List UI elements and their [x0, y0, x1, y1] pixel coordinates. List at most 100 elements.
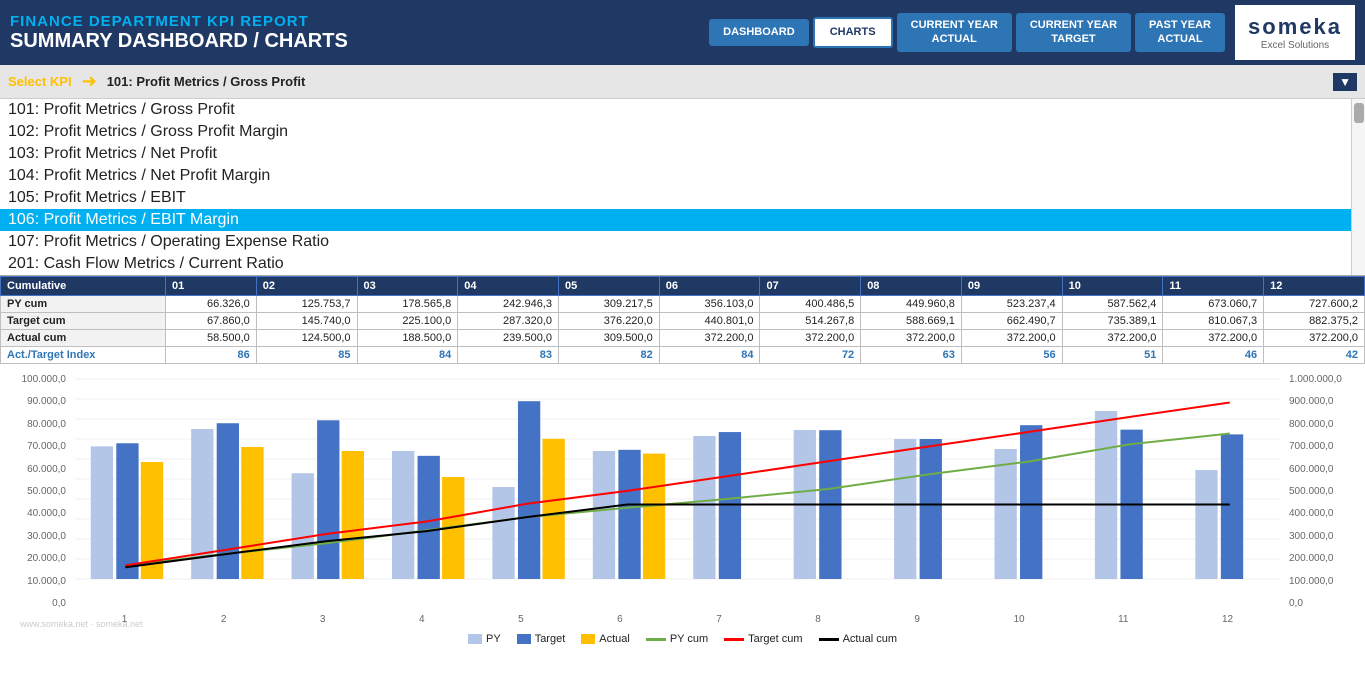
logo-text: someka — [1248, 14, 1342, 40]
col-03: 03 — [357, 277, 458, 296]
table-cell: 882.375,2 — [1264, 313, 1365, 330]
table-cell: 372.200,0 — [760, 330, 861, 347]
table-cell: 145.740,0 — [256, 313, 357, 330]
kpi-item-105[interactable]: 105: Profit Metrics / EBIT — [0, 187, 1351, 209]
table-cell: 372.200,0 — [961, 330, 1062, 347]
table-cell: 85 — [256, 347, 357, 364]
legend-actual-cum-color — [819, 638, 839, 641]
dropdown-area: 101: Profit Metrics / Gross Profit 102: … — [0, 99, 1365, 276]
header: FINANCE DEPARTMENT KPI REPORT SUMMARY DA… — [0, 0, 1365, 65]
table-cell: 662.490,7 — [961, 313, 1062, 330]
col-cumulative: Cumulative — [1, 277, 166, 296]
table-cell: 372.200,0 — [659, 330, 760, 347]
col-02: 02 — [256, 277, 357, 296]
table-cell: 372.200,0 — [1062, 330, 1163, 347]
table-header-row: Cumulative 01 02 03 04 05 06 07 08 09 10… — [1, 277, 1365, 296]
kpi-item-103[interactable]: 103: Profit Metrics / Net Profit — [0, 143, 1351, 165]
kpi-item-107[interactable]: 107: Profit Metrics / Operating Expense … — [0, 231, 1351, 253]
col-09: 09 — [961, 277, 1062, 296]
legend-py-cum-color — [646, 638, 666, 641]
legend-target-color — [517, 634, 531, 644]
table-cell: 673.060,7 — [1163, 296, 1264, 313]
kpi-item-106[interactable]: 106: Profit Metrics / EBIT Margin — [0, 209, 1351, 231]
kpi-dropdown-button[interactable]: ▼ — [1333, 73, 1357, 91]
nav-dashboard[interactable]: DASHBOARD — [709, 19, 809, 45]
table-cell: 309.217,5 — [558, 296, 659, 313]
table-cell: 735.389,1 — [1062, 313, 1163, 330]
table-row-label: Actual cum — [1, 330, 166, 347]
kpi-item-101[interactable]: 101: Profit Metrics / Gross Profit — [0, 99, 1351, 121]
col-10: 10 — [1062, 277, 1163, 296]
header-title: FINANCE DEPARTMENT KPI REPORT SUMMARY DA… — [10, 13, 709, 53]
table-cell: 63 — [861, 347, 962, 364]
report-title: FINANCE DEPARTMENT KPI REPORT — [10, 13, 709, 30]
table-cell: 67.860,0 — [165, 313, 256, 330]
col-05: 05 — [558, 277, 659, 296]
table-cell: 727.600,2 — [1264, 296, 1365, 313]
y-axis-right: 1.000.000,0 900.000,0 800.000,0 700.000,… — [1285, 369, 1355, 629]
table-cell: 449.960,8 — [861, 296, 962, 313]
kpi-selector-row: Select KPI ➜ 101: Profit Metrics / Gross… — [0, 65, 1365, 99]
table-cell: 225.100,0 — [357, 313, 458, 330]
chart-with-axes: 100.000,0 90.000,0 80.000,0 70.000,0 60.… — [10, 369, 1355, 629]
table-row-label: PY cum — [1, 296, 166, 313]
table-cell: 287.320,0 — [458, 313, 559, 330]
col-06: 06 — [659, 277, 760, 296]
legend-target: Target — [517, 633, 566, 645]
legend-actual-color — [581, 634, 595, 644]
table-cell: 56 — [961, 347, 1062, 364]
table-cell: 587.562,4 — [1062, 296, 1163, 313]
col-07: 07 — [760, 277, 861, 296]
nav-cy-target[interactable]: CURRENT YEARTARGET — [1016, 13, 1131, 51]
data-table-area: Cumulative 01 02 03 04 05 06 07 08 09 10… — [0, 276, 1365, 364]
col-08: 08 — [861, 277, 962, 296]
nav-charts[interactable]: CHARTS — [813, 17, 893, 47]
table-cell: 242.946,3 — [458, 296, 559, 313]
legend-actual-cum: Actual cum — [819, 633, 897, 645]
chart-legend: PY Target Actual PY cum Target cum Actua… — [10, 629, 1355, 649]
col-04: 04 — [458, 277, 559, 296]
kpi-item-102[interactable]: 102: Profit Metrics / Gross Profit Margi… — [0, 121, 1351, 143]
legend-py-color — [468, 634, 482, 644]
x-axis-labels: 123 456 789 101112 — [70, 614, 1285, 625]
table-row-label: Act./Target Index — [1, 347, 166, 364]
table-cell: 72 — [760, 347, 861, 364]
col-01: 01 — [165, 277, 256, 296]
table-cell: 125.753,7 — [256, 296, 357, 313]
chart-main: 123 456 789 101112 — [70, 369, 1285, 629]
nav-buttons: DASHBOARD CHARTS CURRENT YEARACTUAL CURR… — [709, 13, 1225, 51]
table-cell: 58.500,0 — [165, 330, 256, 347]
nav-cy-actual[interactable]: CURRENT YEARACTUAL — [897, 13, 1012, 51]
table-cell: 66.326,0 — [165, 296, 256, 313]
kpi-arrow: ➜ — [82, 71, 97, 92]
dropdown-list[interactable]: 101: Profit Metrics / Gross Profit 102: … — [0, 99, 1351, 275]
table-cell: 84 — [357, 347, 458, 364]
table-cell: 372.200,0 — [1264, 330, 1365, 347]
table-cell: 356.103,0 — [659, 296, 760, 313]
legend-target-cum-color — [724, 638, 744, 641]
data-table: Cumulative 01 02 03 04 05 06 07 08 09 10… — [0, 276, 1365, 364]
table-cell: 124.500,0 — [256, 330, 357, 347]
table-cell: 440.801,0 — [659, 313, 760, 330]
y-axis-left: 100.000,0 90.000,0 80.000,0 70.000,0 60.… — [10, 369, 70, 629]
chart-svg — [70, 369, 1285, 609]
table-cell: 588.669,1 — [861, 313, 962, 330]
logo: someka Excel Solutions — [1235, 5, 1355, 60]
table-body: PY cum66.326,0125.753,7178.565,8242.946,… — [1, 296, 1365, 364]
table-cell: 514.267,8 — [760, 313, 861, 330]
table-cell: 239.500,0 — [458, 330, 559, 347]
kpi-item-104[interactable]: 104: Profit Metrics / Net Profit Margin — [0, 165, 1351, 187]
legend-actual: Actual — [581, 633, 630, 645]
table-cell: 82 — [558, 347, 659, 364]
kpi-label: Select KPI — [8, 74, 72, 89]
kpi-item-201[interactable]: 201: Cash Flow Metrics / Current Ratio — [0, 253, 1351, 275]
nav-py-actual[interactable]: PAST YEARACTUAL — [1135, 13, 1225, 51]
dashboard-title: SUMMARY DASHBOARD / CHARTS — [10, 30, 709, 53]
table-cell: 376.220,0 — [558, 313, 659, 330]
legend-target-cum: Target cum — [724, 633, 802, 645]
table-row-label: Target cum — [1, 313, 166, 330]
scrollbar[interactable] — [1351, 99, 1365, 275]
table-cell: 309.500,0 — [558, 330, 659, 347]
table-cell: 178.565,8 — [357, 296, 458, 313]
table-cell: 83 — [458, 347, 559, 364]
